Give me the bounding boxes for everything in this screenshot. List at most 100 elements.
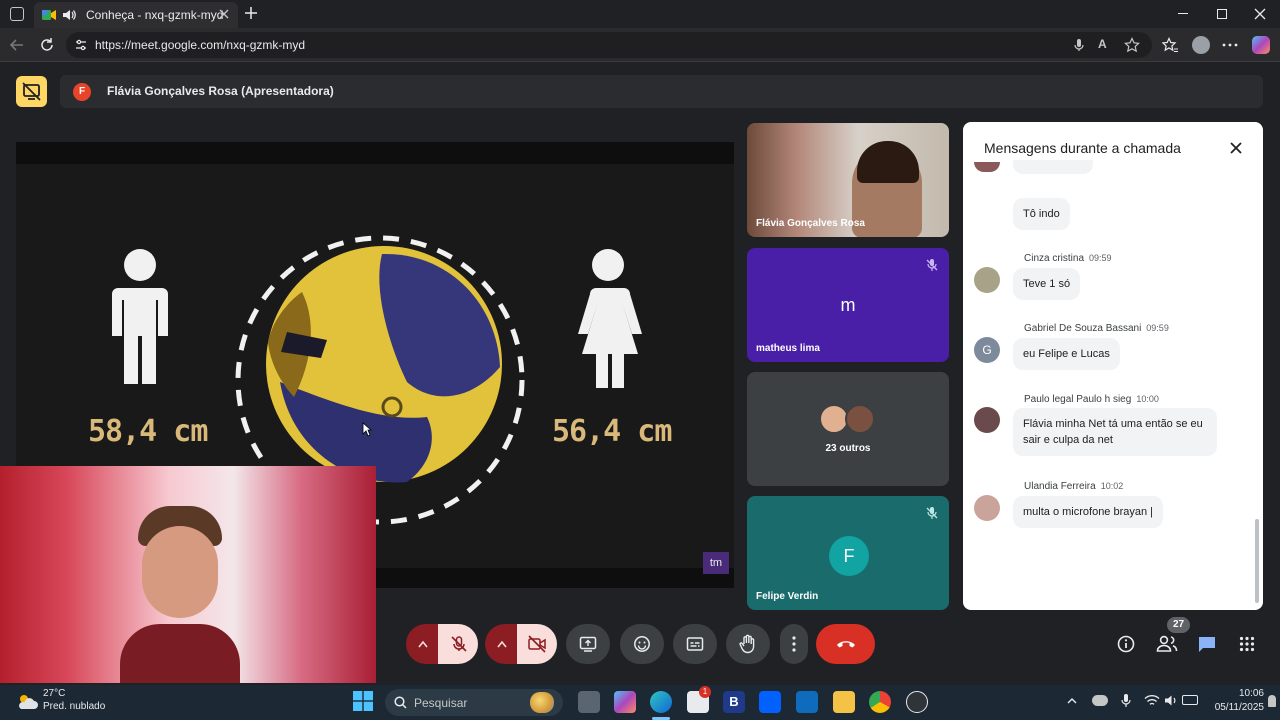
dropbox-icon[interactable] [759, 691, 781, 713]
man-figure-icon [112, 249, 168, 384]
hand-icon [739, 634, 755, 654]
chat-time: 10:00 [1136, 394, 1159, 404]
others-avatar-2 [845, 404, 875, 434]
chat-avatar: G [974, 337, 1000, 363]
weather-icon[interactable] [16, 693, 38, 711]
chat-message-text: Flávia minha Net tá uma então se eu sair… [1013, 408, 1217, 456]
participant-tile-matheus[interactable]: m matheus lima [747, 248, 949, 362]
task-view-icon[interactable] [578, 691, 600, 713]
mouse-cursor-icon [362, 422, 372, 437]
meet-favicon-icon [42, 8, 56, 22]
participant-tile-felipe[interactable]: F Felipe Verdin [747, 496, 949, 610]
meet-area: F Flávia Gonçalves Rosa (Apresentadora) … [0, 62, 1280, 685]
self-view-person [120, 506, 240, 683]
favorite-star-icon[interactable] [1124, 37, 1140, 53]
browser-toolbar: https://meet.google.com/nxq-gzmk-myd A [0, 28, 1280, 62]
activities-icon[interactable] [1239, 636, 1255, 652]
wifi-icon[interactable] [1144, 694, 1160, 707]
participant-name: Felipe Verdin [756, 591, 819, 602]
present-icon [579, 636, 597, 652]
tab-audio-icon[interactable] [62, 8, 76, 22]
chatgpt-icon[interactable] [906, 691, 928, 713]
present-screen-button[interactable] [566, 624, 610, 664]
notifications-bell-icon[interactable] [1268, 695, 1276, 707]
chat-scrollbar[interactable] [1255, 519, 1259, 603]
weather-temp: 27°C [43, 688, 66, 699]
self-camera-view [0, 466, 376, 683]
meeting-info-icon[interactable] [1117, 635, 1135, 653]
chat-time: 09:59 [1146, 323, 1169, 333]
tray-mic-icon[interactable] [1121, 693, 1131, 708]
minimize-icon[interactable] [1178, 13, 1188, 14]
file-explorer-icon[interactable] [833, 691, 855, 713]
start-windows-icon[interactable] [353, 691, 373, 711]
site-info-icon[interactable] [74, 38, 88, 52]
presenter-label: Flávia Gonçalves Rosa (Apresentadora) [107, 84, 334, 98]
edge-browser-icon[interactable] [650, 691, 672, 713]
chrome-icon[interactable] [869, 691, 891, 713]
participant-avatar: F [829, 536, 869, 576]
chat-bubble-partial [1013, 160, 1093, 174]
others-count: 23 outros [825, 443, 871, 454]
raise-hand-button[interactable] [726, 624, 770, 664]
maximize-icon[interactable] [1217, 9, 1227, 19]
windows-taskbar: 27°C Pred. nublado Pesquisar 1 B 10:06 0… [0, 685, 1280, 720]
search-icon [394, 696, 407, 709]
stop-presenting-button[interactable] [16, 76, 47, 107]
mic-toggle-button[interactable] [438, 624, 478, 664]
url-bar[interactable]: https://meet.google.com/nxq-gzmk-myd A [66, 32, 1152, 58]
presentation-banner: F Flávia Gonçalves Rosa (Apresentadora) [60, 75, 1263, 108]
chat-message-header: Ulandia Ferreira 10:02 [1024, 476, 1123, 494]
more-menu-icon[interactable] [1222, 43, 1238, 47]
participant-tile-others[interactable]: 23 outros [747, 372, 949, 486]
chat-icon[interactable] [1197, 635, 1217, 653]
mic-permission-icon[interactable] [1072, 38, 1086, 52]
clock-date[interactable]: 05/11/2025 [1204, 702, 1264, 713]
captions-button[interactable] [673, 624, 717, 664]
emoji-icon [634, 636, 650, 652]
tab-close-icon[interactable] [218, 8, 230, 20]
measure-right: 56,4 cm [552, 414, 672, 449]
translate-icon[interactable]: A [1098, 37, 1114, 53]
back-icon[interactable] [9, 37, 25, 53]
new-tab-icon[interactable] [244, 6, 258, 20]
chat-avatar [974, 162, 1000, 172]
window-close-icon[interactable] [1254, 8, 1266, 20]
favorites-icon[interactable] [1162, 37, 1178, 53]
reactions-button[interactable] [620, 624, 664, 664]
camera-off-icon [528, 635, 546, 653]
tray-chevron-icon[interactable] [1066, 695, 1078, 707]
clock-time[interactable]: 10:06 [1212, 688, 1264, 699]
browser-tab[interactable]: Conheça - nxq-gzmk-myd [34, 2, 238, 28]
participants-icon[interactable] [1156, 635, 1178, 653]
chat-avatar [974, 267, 1000, 293]
volume-icon[interactable] [1164, 694, 1178, 707]
copilot-app-icon[interactable] [614, 691, 636, 713]
presenter-avatar: F [73, 83, 91, 101]
tab-title: Conheça - nxq-gzmk-myd [86, 8, 224, 22]
profile-avatar-icon[interactable] [1192, 36, 1210, 54]
copilot-icon[interactable] [1252, 36, 1270, 54]
tab-actions-icon[interactable] [10, 7, 24, 21]
mic-off-icon [925, 506, 939, 520]
chat-message-text: multa o microfone brayan | [1013, 496, 1164, 528]
battery-icon[interactable] [1182, 695, 1198, 705]
onedrive-icon[interactable] [1092, 695, 1108, 706]
outlook-icon[interactable] [796, 691, 818, 713]
more-options-button[interactable] [780, 624, 808, 664]
reload-icon[interactable] [39, 37, 55, 53]
close-chat-icon[interactable] [1227, 139, 1245, 157]
taskbar-search[interactable]: Pesquisar [385, 689, 563, 716]
mic-options-button[interactable] [406, 624, 440, 664]
participant-tile-flavia[interactable]: Flávia Gonçalves Rosa [747, 123, 949, 237]
end-call-button[interactable] [816, 624, 875, 664]
chat-avatar [974, 407, 1000, 433]
camera-toggle-button[interactable] [517, 624, 557, 664]
search-highlight-icon [530, 692, 554, 713]
chat-sender: Paulo legal Paulo h sieg [1024, 394, 1132, 405]
camera-options-button[interactable] [485, 624, 519, 664]
captions-icon [686, 637, 704, 651]
slide-badge: tm [703, 552, 729, 574]
chat-time: 10:02 [1100, 481, 1124, 491]
bold-b-app-icon[interactable]: B [723, 691, 745, 713]
